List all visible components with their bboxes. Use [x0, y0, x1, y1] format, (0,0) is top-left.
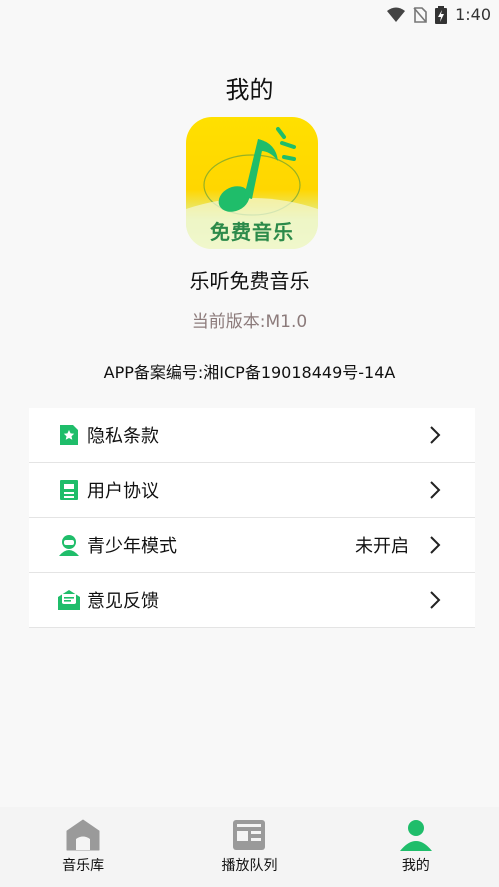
playlist-icon — [233, 820, 266, 850]
app-logo-text: 免费音乐 — [210, 220, 294, 244]
menu-item-label: 青少年模式 — [87, 536, 177, 557]
profile-icon — [399, 820, 432, 851]
settings-menu: 隐私条款 用户协议 青少年模式 未开启 意见反馈 — [29, 408, 475, 628]
battery-charging-icon — [435, 5, 448, 24]
app-name: 乐听免费音乐 — [189, 269, 310, 293]
youth-avatar-icon — [57, 533, 81, 557]
tab-mine[interactable]: 我的 — [333, 807, 499, 887]
tab-label: 音乐库 — [62, 858, 105, 874]
app-logo: 免费音乐 — [186, 117, 318, 249]
tab-music-library[interactable]: 音乐库 — [0, 807, 166, 887]
agreement-doc-icon — [57, 478, 81, 502]
tab-label: 我的 — [401, 858, 430, 874]
chevron-right-icon — [430, 481, 441, 499]
menu-item-feedback[interactable]: 意见反馈 — [29, 573, 475, 628]
tab-label: 播放队列 — [221, 858, 278, 874]
app-version: 当前版本:M1.0 — [191, 312, 308, 332]
feedback-mail-icon — [57, 588, 81, 612]
menu-item-youth-mode[interactable]: 青少年模式 未开启 — [29, 518, 475, 573]
menu-item-agreement[interactable]: 用户协议 — [29, 463, 475, 518]
bottom-tab-bar: 音乐库 播放队列 我的 — [0, 807, 499, 887]
chevron-right-icon — [430, 536, 441, 554]
icp-record: APP备案编号:湘ICP备19018449号-14A — [103, 363, 396, 382]
menu-item-privacy[interactable]: 隐私条款 — [29, 408, 475, 463]
privacy-doc-icon — [57, 423, 81, 447]
status-time: 1:40 — [455, 5, 491, 24]
chevron-right-icon — [430, 591, 441, 609]
home-icon — [66, 819, 100, 851]
youth-mode-status: 未开启 — [355, 536, 409, 557]
menu-item-label: 用户协议 — [87, 481, 159, 502]
status-bar: 1:40 — [0, 0, 499, 30]
wifi-icon — [387, 7, 406, 22]
menu-item-label: 隐私条款 — [87, 426, 159, 447]
menu-item-label: 意见反馈 — [87, 591, 159, 612]
chevron-right-icon — [430, 426, 441, 444]
page-title: 我的 — [225, 76, 274, 104]
no-sim-icon — [413, 6, 427, 23]
tab-play-queue[interactable]: 播放队列 — [166, 807, 332, 887]
